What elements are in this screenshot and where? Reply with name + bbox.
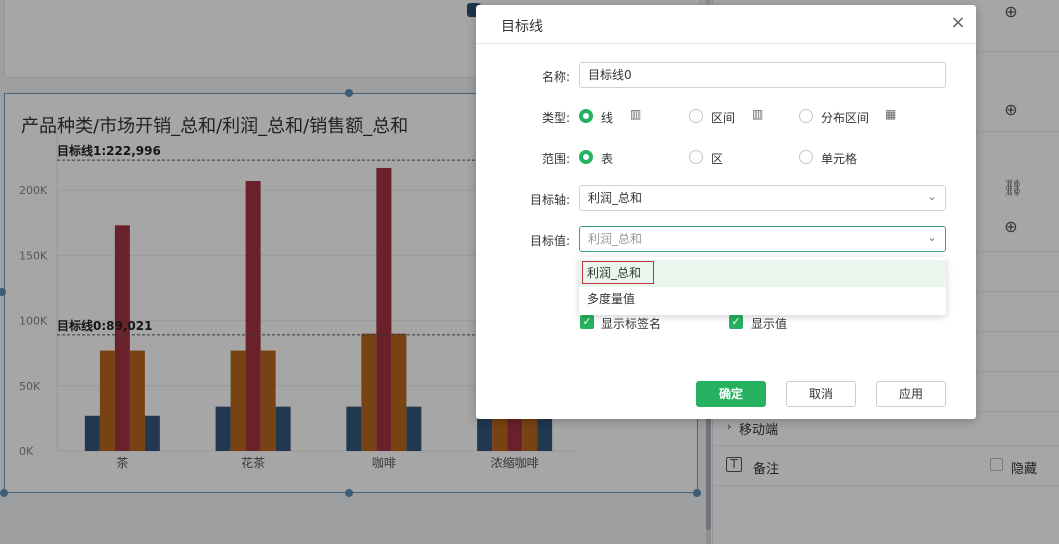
type-radio-distribution[interactable] — [799, 109, 813, 123]
range-option-table: 表 — [601, 152, 614, 166]
value-select[interactable]: 利润_总和 ⌄ — [579, 226, 946, 252]
type-option-distribution: 分布区间 — [821, 111, 870, 125]
chevron-down-icon: ⌄ — [927, 190, 937, 203]
show-value-checkbox[interactable]: ✓ — [729, 315, 743, 329]
range-option-region: 区 — [711, 152, 724, 166]
type-option-line: 线 — [601, 111, 614, 125]
show-value-label: 显示值 — [751, 317, 788, 331]
cancel-button[interactable]: 取消 — [786, 381, 856, 407]
name-input[interactable]: 目标线0 — [579, 62, 946, 88]
dialog-divider — [476, 43, 976, 44]
apply-button[interactable]: 应用 — [876, 381, 946, 407]
range-radio-table[interactable] — [579, 150, 593, 164]
show-tag-name-checkbox[interactable]: ✓ — [580, 315, 594, 329]
dropdown-item[interactable]: 多度量值 — [579, 286, 946, 313]
range-radio-region[interactable] — [689, 150, 703, 164]
axis-select[interactable]: 利润_总和 ⌄ — [579, 185, 946, 211]
highlight-outline — [582, 261, 654, 284]
range-radio-cell[interactable] — [799, 150, 813, 164]
close-icon[interactable]: × — [950, 14, 966, 32]
type-label: 类型: — [541, 111, 570, 125]
type-radio-interval[interactable] — [689, 109, 703, 123]
dialog-title: 目标线 — [501, 19, 543, 35]
axis-select-value: 利润_总和 — [588, 191, 643, 205]
distribution-chart-icon: ▦ — [885, 107, 897, 121]
value-select-placeholder: 利润_总和 — [588, 232, 643, 246]
name-input-value: 目标线0 — [588, 68, 632, 82]
axis-label: 目标轴: — [529, 193, 570, 207]
name-label: 名称: — [541, 70, 570, 84]
type-radio-line[interactable] — [579, 109, 593, 123]
show-tag-name-label: 显示标签名 — [601, 317, 662, 331]
confirm-button[interactable]: 确定 — [696, 381, 766, 407]
type-option-interval: 区间 — [711, 111, 736, 125]
range-label: 范围: — [541, 152, 570, 166]
line-chart-icon: ▥ — [630, 107, 642, 121]
chevron-down-icon: ⌄ — [927, 231, 937, 244]
range-option-cell: 单元格 — [821, 152, 858, 166]
target-line-dialog: 目标线 × 名称: 目标线0 类型: 线 ▥ 区间 ▥ 分布区间 ▦ 范围: 表… — [476, 5, 976, 419]
interval-chart-icon: ▥ — [752, 107, 764, 121]
value-label: 目标值: — [529, 234, 570, 248]
